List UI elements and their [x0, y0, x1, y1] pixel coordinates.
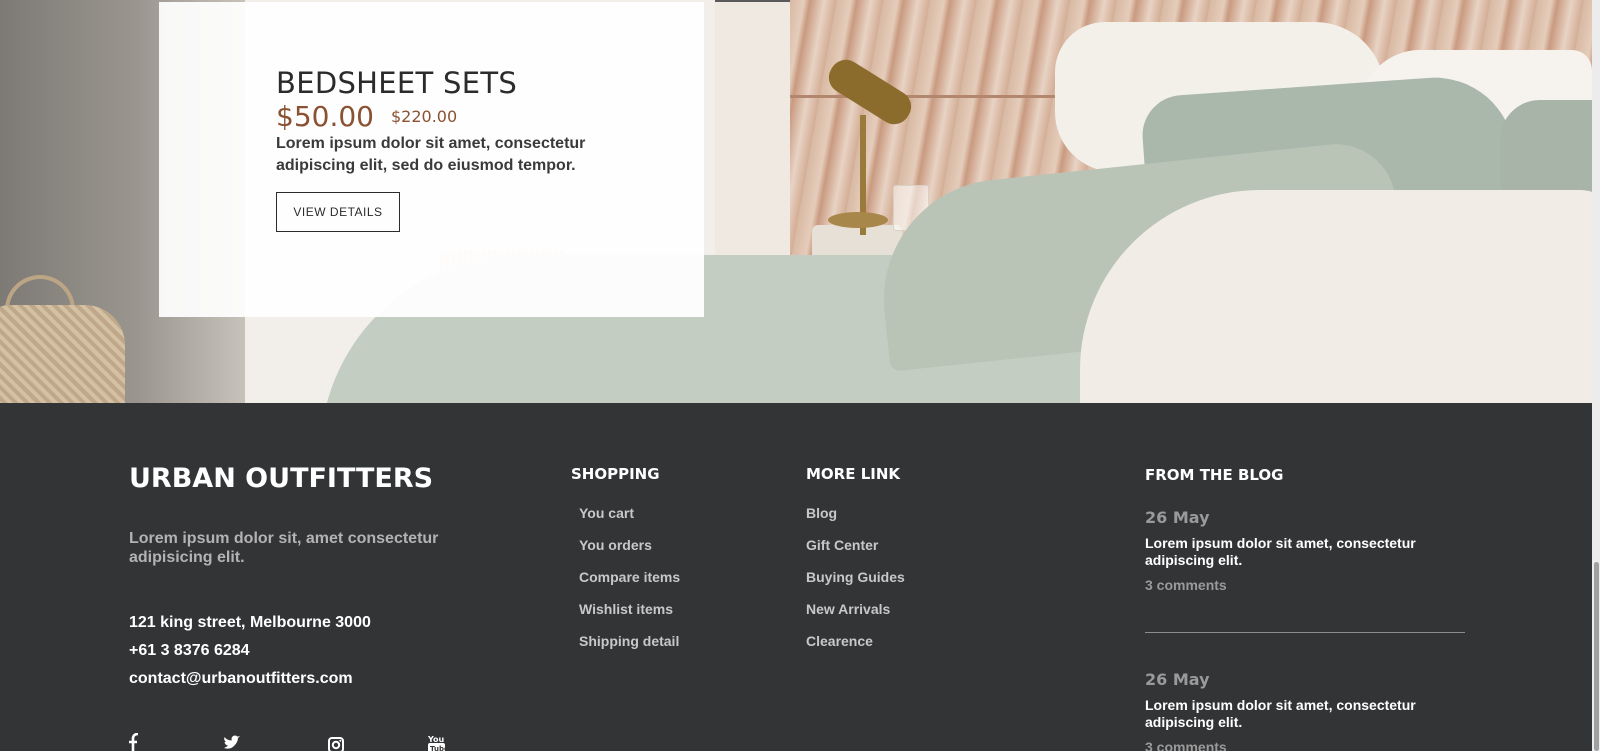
contact-phone[interactable]: +61 3 8376 6284 [129, 642, 250, 660]
svg-text:Tube: Tube [430, 745, 447, 751]
more-link-blog[interactable]: Blog [806, 505, 905, 537]
promo-price: $50.00 [276, 100, 374, 133]
page: BEDSHEET SETS $50.00 $220.00 Lorem ipsum… [0, 0, 1600, 751]
promo-description: Lorem ipsum dolor sit amet, consectetur … [276, 135, 586, 174]
hero-banner: BEDSHEET SETS $50.00 $220.00 Lorem ipsum… [0, 0, 1592, 403]
blog-divider [1145, 632, 1465, 633]
shopping-column-title: SHOPPING [571, 465, 660, 483]
blog-post-link[interactable]: Lorem ipsum dolor sit amet, consectetur … [1145, 697, 1465, 731]
more-link-column-title: MORE LINK [806, 465, 901, 483]
promo-old-price: $220.00 [391, 107, 458, 126]
promo-title: BEDSHEET SETS [276, 66, 518, 100]
instagram-icon[interactable] [326, 733, 346, 751]
page-scrollbar-thumb[interactable] [1594, 562, 1599, 751]
brand-name: URBAN OUTFITTERS [129, 463, 434, 494]
blog-post: 26 May Lorem ipsum dolor sit amet, conse… [1145, 670, 1465, 751]
blog-post-comments[interactable]: 3 comments [1145, 739, 1465, 751]
promo-card: BEDSHEET SETS $50.00 $220.00 Lorem ipsum… [159, 2, 704, 317]
youtube-icon[interactable]: You Tube [427, 733, 449, 751]
shopping-link-shipping[interactable]: Shipping detail [579, 633, 680, 665]
contact-address: 121 king street, Melbourne 3000 [129, 614, 371, 631]
blog-post-date: 26 May [1145, 670, 1210, 689]
more-link-buying-guides[interactable]: Buying Guides [806, 569, 905, 601]
shopping-link-orders[interactable]: You orders [579, 537, 680, 569]
more-link-clearence[interactable]: Clearence [806, 633, 905, 665]
svg-text:You: You [427, 735, 445, 744]
footer: URBAN OUTFITTERS Lorem ipsum dolor sit, … [0, 403, 1592, 751]
shopping-link-compare[interactable]: Compare items [579, 569, 680, 601]
blog-post-date: 26 May [1145, 508, 1210, 527]
blog-post-link[interactable]: Lorem ipsum dolor sit amet, consectetur … [1145, 535, 1465, 569]
more-link-new-arrivals[interactable]: New Arrivals [806, 601, 905, 633]
view-details-button[interactable]: VIEW DETAILS [276, 192, 400, 232]
shopping-link-wishlist[interactable]: Wishlist items [579, 601, 680, 633]
brand-tagline: Lorem ipsum dolor sit, amet consectetur … [129, 530, 439, 566]
shopping-link-cart[interactable]: You cart [579, 505, 680, 537]
more-link-list: Blog Gift Center Buying Guides New Arriv… [806, 505, 905, 665]
blog-column-title: FROM THE BLOG [1145, 466, 1284, 484]
shopping-link-list: You cart You orders Compare items Wishli… [579, 505, 680, 665]
facebook-icon[interactable] [127, 732, 147, 751]
blog-post: 26 May Lorem ipsum dolor sit amet, conse… [1145, 508, 1465, 593]
blog-post-comments[interactable]: 3 comments [1145, 577, 1465, 593]
twitter-icon[interactable] [222, 733, 242, 751]
contact-email[interactable]: contact@urbanoutfitters.com [129, 670, 353, 688]
more-link-gift-center[interactable]: Gift Center [806, 537, 905, 569]
